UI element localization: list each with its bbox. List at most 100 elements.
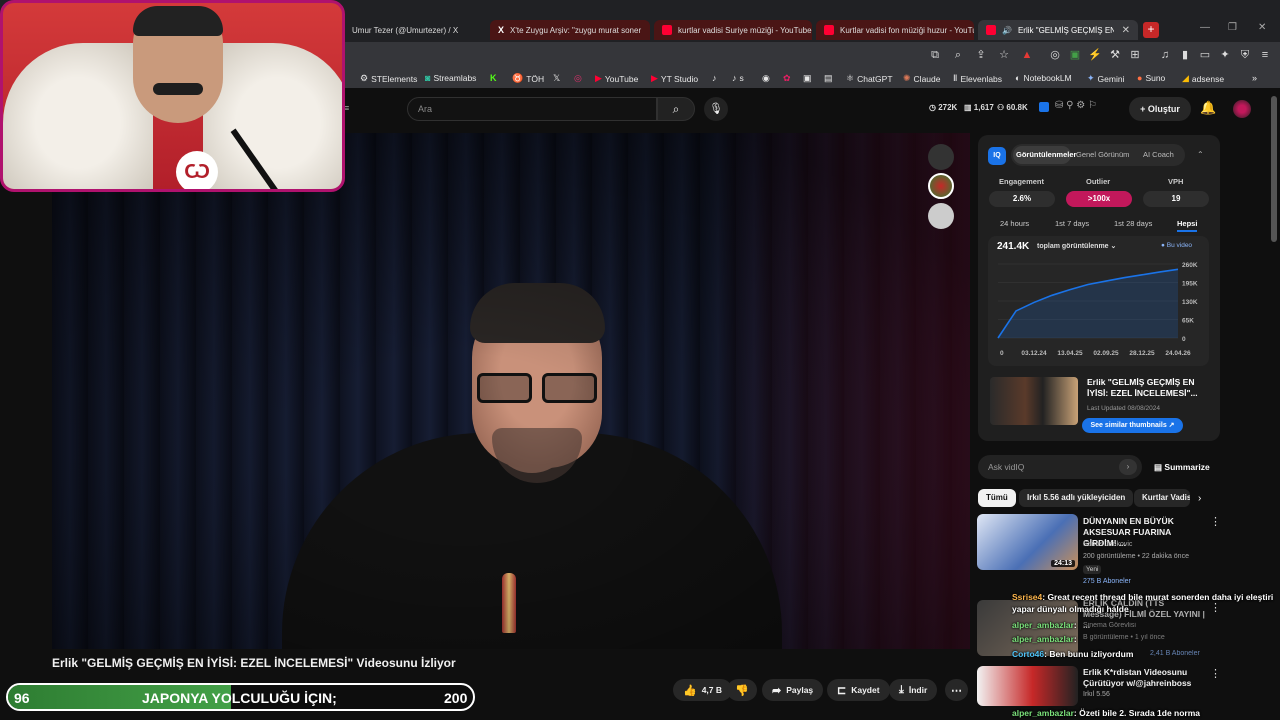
tab-ai-coach[interactable]: AI Coach [1143, 150, 1174, 159]
tab-kurtlar-suriye[interactable]: kurtlar vadisi Suriye müziği - YouTube [654, 20, 812, 40]
tab-umur-tezer[interactable]: Umur Tezer (@Umurtezer) / X [344, 20, 486, 40]
summarize-button[interactable]: ▤ Summarize [1154, 462, 1210, 473]
shield-icon[interactable]: ⛨ [1238, 48, 1252, 62]
video-overlay-icon[interactable] [928, 144, 954, 170]
extension-icon[interactable]: ▣ [1068, 48, 1082, 62]
chevron-right-icon[interactable]: › [1198, 493, 1201, 504]
extension-icon[interactable]: ⚡ [1088, 48, 1102, 62]
rec-thumbnail[interactable] [977, 666, 1078, 706]
rec-channel[interactable]: Irkıl 5.56 [1083, 691, 1110, 698]
bookmark-threads[interactable]: ◉ [762, 73, 770, 84]
rec-channel[interactable]: Samet Jankovic [1083, 541, 1132, 548]
tab-overview[interactable]: Genel Görünüm [1076, 150, 1129, 159]
close-icon[interactable]: ✕ [1122, 25, 1130, 36]
video-player[interactable] [52, 133, 970, 649]
bookmark-sheet[interactable]: ▤ [824, 73, 833, 84]
star-icon[interactable]: ☆ [997, 48, 1011, 62]
ask-vidiq-input[interactable]: Ask vidIQ [978, 455, 1142, 479]
bell-icon[interactable]: 🔔 [1200, 100, 1216, 116]
ask-send-button[interactable]: › [1119, 459, 1137, 475]
chip-kurtlar[interactable]: Kurtlar Vadisi [1134, 489, 1190, 507]
chevron-up-icon[interactable]: ⌃ [1197, 150, 1204, 159]
like-button[interactable]: 👍 4,7 B [673, 679, 733, 701]
bookmark-label: adsense [1191, 73, 1225, 84]
extension-icon[interactable]: ◎ [1048, 48, 1062, 62]
views-dropdown[interactable]: toplam görüntülenme ⌄ [1037, 242, 1116, 250]
range-all[interactable]: Hepsi [1177, 219, 1198, 232]
app-icon: ✿ [783, 73, 791, 83]
tab-kurtlar-huzur[interactable]: Kurtlar vadisi fon müziği huzur - YouTub… [816, 20, 974, 40]
rec-title[interactable]: Erlik K*rdistan Videosunu Çürütüyor w/@j… [1083, 667, 1205, 689]
chat-message: alper_ambazlar: [1012, 620, 1077, 630]
bookmark-notes[interactable]: ▣ [803, 73, 812, 84]
more-icon[interactable]: ⋮ [1210, 515, 1221, 528]
bookmark-kick[interactable]: K [490, 73, 497, 83]
bookmark-tiktok-s[interactable]: ♪ s [732, 73, 744, 83]
video-overlay-icon[interactable] [928, 203, 954, 229]
bookmark-notebooklm[interactable]: ◐ NotebookLM [1015, 73, 1072, 83]
share-button[interactable]: ➦ Paylaş [762, 679, 824, 701]
rec-channel[interactable]: Sinema Görevlisi [1083, 622, 1136, 629]
brave-icon[interactable]: ▲ [1020, 48, 1034, 62]
tab-views[interactable]: Görüntülenmeler [1016, 150, 1076, 159]
chip-uploader[interactable]: Irkıl 5.56 adlı yükleyiciden [1019, 489, 1134, 507]
range-28d[interactable]: 1st 28 days [1114, 219, 1152, 228]
bookmark-claude[interactable]: ✺ Claude [903, 73, 940, 84]
open-in-icon[interactable]: ⧉ [928, 48, 942, 62]
minimize-icon[interactable]: — [1200, 22, 1210, 33]
extension-icon[interactable]: ⊞ [1128, 48, 1142, 62]
bookmark-yt-studio[interactable]: ▶ YT Studio [651, 73, 698, 84]
maximize-icon[interactable]: ❐ [1228, 22, 1237, 33]
bookmarks-overflow[interactable]: » [1252, 73, 1257, 83]
vidiq-tools-icon[interactable]: ⛁ ⚲ ⚙ ⚐ [1055, 100, 1097, 111]
bookmark-chatgpt[interactable]: ⚛ ChatGPT [846, 73, 893, 84]
voice-search-button[interactable]: 🎙 [704, 97, 728, 121]
page-scrollbar[interactable] [1271, 96, 1277, 242]
rec-meta: 200 görüntüleme • 22 dakika önce [1083, 553, 1189, 560]
bookmark-instagram[interactable]: ◎ [574, 73, 582, 84]
dislike-button[interactable]: 👎 [727, 679, 757, 701]
rec-thumbnail[interactable]: 24:13 [977, 514, 1078, 570]
bookmark-elevenlabs[interactable]: Ⅱ Elevenlabs [953, 73, 1002, 84]
bookmark-gemini[interactable]: ✦ Gemini [1087, 73, 1124, 84]
share-icon[interactable]: ⇪ [974, 48, 988, 62]
range-7d[interactable]: 1st 7 days [1055, 219, 1089, 228]
save-button[interactable]: ⊏ Kaydet [827, 679, 890, 701]
bookmark-label: Gemini [1097, 73, 1125, 84]
ai-icon[interactable]: ✦ [1218, 48, 1232, 62]
more-icon[interactable]: ⋮ [1210, 601, 1221, 614]
menu-icon[interactable]: ≡ [1258, 48, 1272, 62]
bookmark-youtube[interactable]: ▶ YouTube [595, 73, 638, 84]
search-icon: ⌕ [672, 102, 680, 116]
bookmark-pink[interactable]: ✿ [783, 73, 791, 84]
bookmark-tiktok[interactable]: ♪ [712, 73, 717, 83]
vidiq-icon[interactable] [1039, 102, 1049, 112]
search-input[interactable]: Ara [407, 97, 657, 121]
chip-all[interactable]: Tümü [978, 489, 1016, 507]
bookmark-toh[interactable]: ♉ TÖH [512, 73, 544, 84]
bookmark-stelements[interactable]: ⚙ STElements [360, 73, 417, 84]
bookmark-x[interactable]: 𝕏 [553, 73, 560, 84]
tab-erlik-active[interactable]: 🔊 Erlik "GELMİŞ GEÇMİŞ EN İYİ ✕ [978, 20, 1138, 40]
close-window-icon[interactable]: ✕ [1258, 22, 1266, 33]
avatar[interactable] [1233, 100, 1251, 118]
zoom-icon[interactable]: ⌕ [951, 48, 965, 62]
more-actions-button[interactable]: ⋯ [945, 679, 968, 701]
wallet-icon[interactable]: ▭ [1198, 48, 1212, 62]
new-tab-button[interactable]: + [1143, 22, 1159, 38]
extension-icon[interactable]: ⚒ [1108, 48, 1122, 62]
range-24h[interactable]: 24 hours [1000, 219, 1029, 228]
more-icon[interactable]: ⋮ [1210, 667, 1221, 680]
sidebar-icon[interactable]: ▮ [1178, 48, 1192, 62]
download-button[interactable]: ⤓ İndir [889, 679, 938, 701]
bookmark-suno[interactable]: ● Suno [1137, 73, 1165, 83]
bookmark-adsense[interactable]: ◢ adsense [1182, 73, 1224, 84]
video-overlay-avatar[interactable] [928, 173, 954, 199]
create-button[interactable]: + Oluştur [1129, 97, 1191, 121]
chat-username: Corto46 [1012, 649, 1045, 659]
tab-zuygu-arsiv[interactable]: X X'te Zuygu Arşiv: "zuygu murat soner [490, 20, 650, 40]
music-icon[interactable]: ♫ [1158, 48, 1172, 62]
see-similar-button[interactable]: See similar thumbnails ↗ [1082, 418, 1183, 433]
search-button[interactable]: ⌕ [657, 97, 695, 121]
bookmark-streamlabs[interactable]: ◙ Streamlabs [425, 73, 476, 83]
